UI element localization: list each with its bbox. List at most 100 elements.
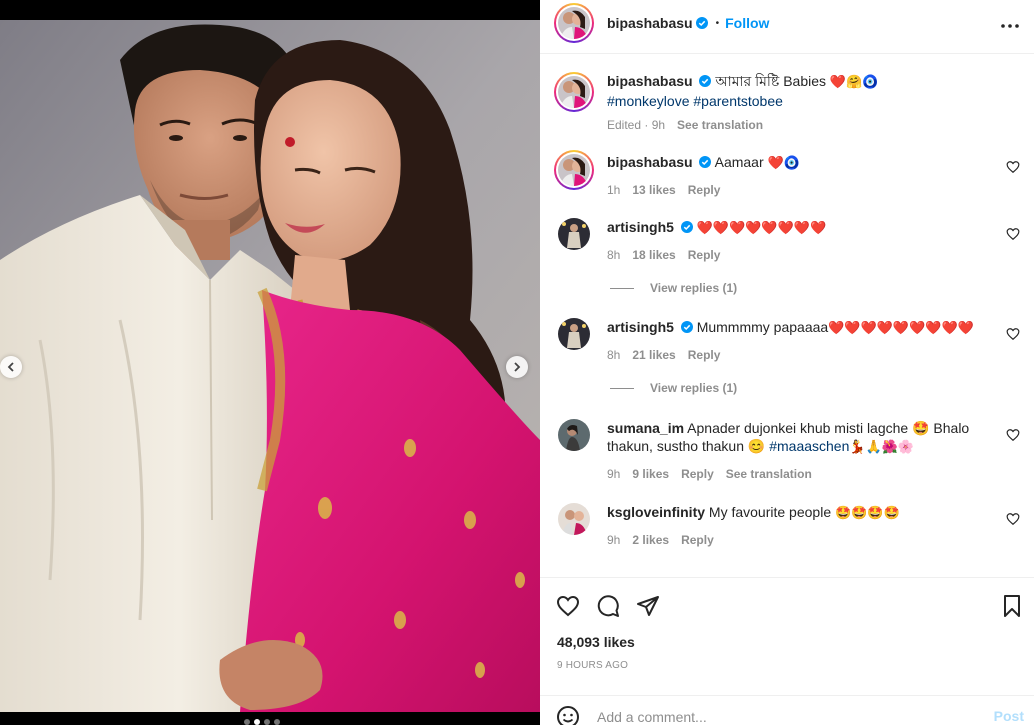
- comment-time: 9h: [607, 467, 621, 481]
- more-options-button[interactable]: [998, 14, 1022, 38]
- commenter-avatar[interactable]: [558, 419, 590, 451]
- post-media: [0, 0, 540, 725]
- comment-item: artisingh5 Mummmmy papaaaa❤️❤️❤️❤️❤️❤️❤️…: [554, 318, 1020, 364]
- comment-time: 1h: [607, 183, 621, 197]
- caption-edited-time: Edited · 9h: [607, 118, 666, 132]
- comment-time: 8h: [607, 248, 621, 262]
- carousel-next-button[interactable]: [506, 356, 528, 378]
- reply-button[interactable]: Reply: [688, 346, 721, 364]
- comment-item: artisingh5 ❤️❤️❤️❤️❤️❤️❤️❤️ 8h 18 likes …: [554, 218, 1020, 264]
- comment-emojis: ❤️❤️❤️❤️❤️❤️❤️❤️❤️: [828, 321, 974, 336]
- hashtag-link[interactable]: #maaaschen: [769, 438, 849, 454]
- carousel-prev-button[interactable]: [0, 356, 22, 378]
- carousel-indicator: [244, 719, 280, 725]
- bookmark-icon[interactable]: [1000, 594, 1024, 618]
- comment-bubble-icon[interactable]: [596, 594, 620, 618]
- post-photo[interactable]: [0, 20, 540, 712]
- post-side-panel: bipashabasu • Follow bipashabasu আমার মি…: [540, 0, 1034, 725]
- comment-text: Aamaar: [714, 154, 764, 170]
- paper-plane-icon[interactable]: [636, 594, 660, 618]
- comment-like-heart-icon[interactable]: [1006, 512, 1020, 526]
- verified-badge-icon: [680, 321, 693, 333]
- see-translation-link[interactable]: See translation: [726, 465, 812, 483]
- comment-emojis: ❤️🧿: [767, 156, 800, 171]
- comment-item: sumana_im Apnader dujonkei khub misti la…: [554, 419, 1020, 483]
- comments-list: bipashabasu আমার মিষ্টি Babies ❤️🤗🧿 #mon…: [540, 55, 1034, 577]
- comment-item: bipashabasu Aamaar ❤️🧿 1h 13 likes Reply: [554, 150, 1020, 199]
- post-comment-button[interactable]: Post: [994, 708, 1024, 724]
- verified-badge-icon: [699, 75, 712, 87]
- likes-count[interactable]: 48,093 likes: [557, 634, 635, 650]
- comment-like-heart-icon[interactable]: [1006, 428, 1020, 442]
- comment-like-heart-icon[interactable]: [1006, 327, 1020, 341]
- view-replies-label: View replies (1): [650, 381, 738, 395]
- carousel-dot: [274, 719, 280, 725]
- commenter-avatar[interactable]: [554, 150, 594, 190]
- comment-likes-count[interactable]: 9 likes: [632, 465, 669, 483]
- comment-username[interactable]: sumana_im: [607, 420, 684, 436]
- heart-icon[interactable]: [556, 594, 580, 618]
- reply-button[interactable]: Reply: [688, 181, 721, 199]
- caption-avatar[interactable]: [554, 72, 594, 112]
- header-separator: •: [715, 17, 720, 29]
- carousel-dot: [244, 719, 250, 725]
- post-actions: 48,093 likes 9 HOURS AGO: [540, 577, 1034, 671]
- smiley-icon[interactable]: [556, 705, 580, 725]
- hashtag-link[interactable]: #parentstobee: [693, 93, 783, 109]
- reply-button[interactable]: Reply: [688, 246, 721, 264]
- replies-divider: [610, 287, 634, 289]
- caption-emojis: ❤️🤗🧿: [829, 75, 879, 90]
- carousel-dot: [264, 719, 270, 725]
- commenter-avatar[interactable]: [558, 218, 590, 250]
- comment-item: ksgloveinfinity My favourite people 🤩🤩🤩🤩…: [554, 503, 1020, 549]
- caption-username[interactable]: bipashabasu: [607, 73, 693, 89]
- comment-likes-count[interactable]: 2 likes: [632, 531, 669, 549]
- post-timestamp: 9 HOURS AGO: [557, 660, 629, 671]
- comment-input[interactable]: [597, 706, 967, 725]
- reply-button[interactable]: Reply: [681, 531, 714, 549]
- view-replies-button[interactable]: View replies (1): [610, 281, 737, 295]
- verified-badge-icon: [699, 156, 712, 168]
- action-bar: [556, 594, 660, 618]
- verified-badge-icon: [680, 221, 693, 233]
- see-translation-link[interactable]: See translation: [677, 116, 763, 134]
- add-comment-bar: Post: [540, 695, 1034, 725]
- caption-text: আমার মিষ্টি Babies: [715, 73, 827, 89]
- comment-emojis: ❤️❤️❤️❤️❤️❤️❤️❤️: [696, 221, 827, 236]
- view-replies-label: View replies (1): [650, 281, 738, 295]
- couple-photo: [0, 20, 540, 712]
- comment-username[interactable]: artisingh5: [607, 219, 674, 235]
- chevron-right-icon: [514, 362, 521, 372]
- verified-badge-icon: [695, 17, 708, 29]
- comment-time: 9h: [607, 533, 621, 547]
- comment-text: My favourite people: [708, 504, 832, 520]
- hashtag-link[interactable]: #monkeylove: [607, 93, 690, 109]
- post-header: bipashabasu • Follow: [540, 0, 1034, 54]
- author-username[interactable]: bipashabasu: [607, 15, 693, 31]
- comment-username[interactable]: artisingh5: [607, 319, 674, 335]
- post-caption: bipashabasu আমার মিষ্টি Babies ❤️🤗🧿 #mon…: [554, 72, 1020, 134]
- avatar-image: [558, 7, 590, 39]
- comment-username[interactable]: bipashabasu: [607, 154, 693, 170]
- comment-like-heart-icon[interactable]: [1006, 160, 1020, 174]
- comment-likes-count[interactable]: 13 likes: [632, 181, 675, 199]
- author-avatar[interactable]: [554, 3, 594, 43]
- chevron-left-icon: [7, 362, 14, 372]
- comment-username[interactable]: ksgloveinfinity: [607, 504, 705, 520]
- comment-like-heart-icon[interactable]: [1006, 227, 1020, 241]
- commenter-avatar[interactable]: [558, 318, 590, 350]
- follow-button[interactable]: Follow: [725, 15, 769, 31]
- comment-emojis: 💃🙏🌺🌸: [849, 440, 915, 455]
- comment-emojis: 🤩🤩🤩🤩: [835, 506, 900, 521]
- reply-button[interactable]: Reply: [681, 465, 714, 483]
- view-replies-button[interactable]: View replies (1): [610, 381, 737, 395]
- more-horizontal-icon: [1001, 24, 1019, 28]
- commenter-avatar[interactable]: [558, 503, 590, 535]
- comment-likes-count[interactable]: 18 likes: [632, 246, 675, 264]
- comment-text: Mummmmy papaaaa: [696, 319, 829, 335]
- post-author: bipashabasu • Follow: [554, 3, 769, 43]
- comment-likes-count[interactable]: 21 likes: [632, 346, 675, 364]
- carousel-dot: [254, 719, 260, 725]
- replies-divider: [610, 387, 634, 389]
- comment-time: 8h: [607, 348, 621, 362]
